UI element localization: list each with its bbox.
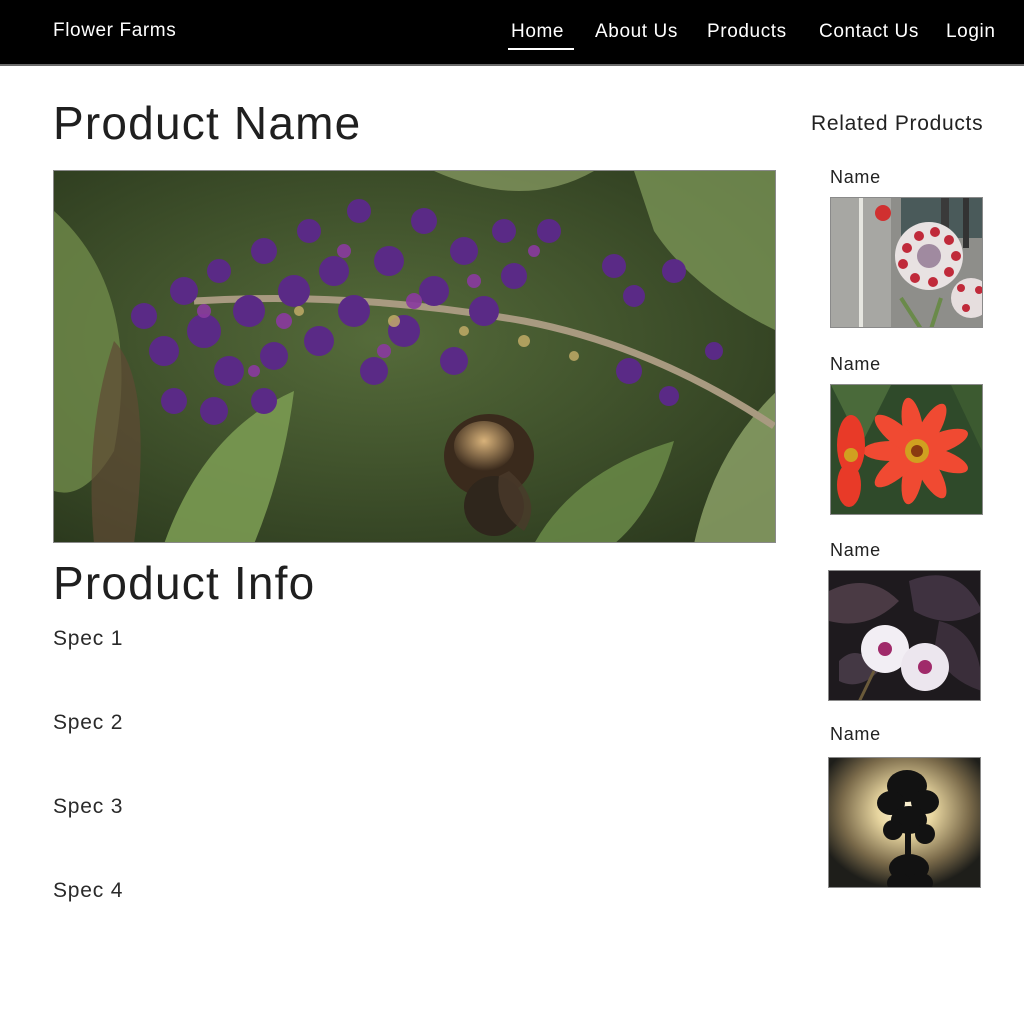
nav-link-login[interactable]: Login <box>946 21 996 43</box>
related-product-thumbnail[interactable] <box>830 197 983 328</box>
related-product-name[interactable]: Name <box>830 354 881 375</box>
product-hero-image <box>53 170 776 543</box>
top-navbar: Flower Farms Home About Us Products Cont… <box>0 0 1024 66</box>
related-product-thumbnail[interactable] <box>828 570 981 701</box>
related-product-name[interactable]: Name <box>830 167 881 188</box>
spec-item: Spec 1 <box>53 627 124 650</box>
spec-item: Spec 2 <box>53 711 124 734</box>
brand-logo-text[interactable]: Flower Farms <box>53 20 176 42</box>
related-product-name[interactable]: Name <box>830 540 881 561</box>
nav-link-home[interactable]: Home <box>507 21 575 50</box>
nav-link-contact-us[interactable]: Contact Us <box>819 21 919 43</box>
nav-link-products[interactable]: Products <box>707 21 787 43</box>
related-product-thumbnail[interactable] <box>830 384 983 515</box>
related-products-heading: Related Products <box>811 112 984 135</box>
spec-item: Spec 4 <box>53 879 124 902</box>
related-product-name[interactable]: Name <box>830 724 881 745</box>
spec-item: Spec 3 <box>53 795 124 818</box>
product-info-heading: Product Info <box>53 557 316 609</box>
related-product-thumbnail[interactable] <box>828 757 981 888</box>
nav-link-about-us[interactable]: About Us <box>595 21 678 43</box>
product-title: Product Name <box>53 97 362 149</box>
